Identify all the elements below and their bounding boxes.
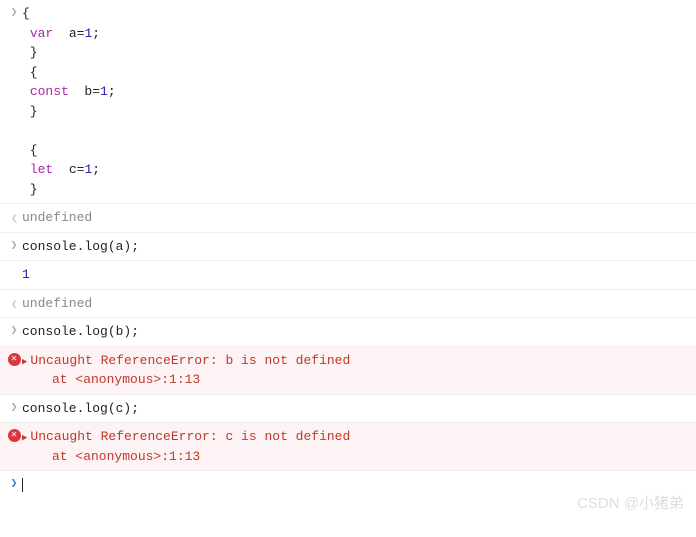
code-block: { var a=1; } { const b=1; } { let c=1; } — [22, 4, 690, 199]
error-message: ▶Uncaught ReferenceError: c is not defin… — [22, 427, 690, 466]
error-icon: ✕ — [6, 351, 22, 366]
console-prompt[interactable]: ❯ — [0, 470, 696, 499]
console-error[interactable]: ✕▶Uncaught ReferenceError: b is not defi… — [0, 346, 696, 394]
input-arrow-icon: ❯ — [6, 4, 22, 22]
log-value: 1 — [22, 265, 690, 285]
console-error[interactable]: ✕▶Uncaught ReferenceError: c is not defi… — [0, 422, 696, 470]
error-icon: ✕ — [6, 427, 22, 442]
undefined-text: undefined — [22, 294, 690, 314]
prompt-input[interactable] — [22, 475, 690, 495]
prompt-arrow-icon: ❯ — [6, 475, 22, 493]
input-text: console.log(c); — [22, 399, 690, 419]
input-text: console.log(a); — [22, 237, 690, 257]
undefined-text: undefined — [22, 208, 690, 228]
console-output-undefined: ❯undefined — [0, 203, 696, 232]
console-input[interactable]: ❯console.log(c); — [0, 394, 696, 423]
disclosure-triangle-icon[interactable]: ▶ — [22, 432, 27, 446]
console-output: ❯{ var a=1; } { const b=1; } { let c=1; … — [0, 0, 696, 499]
console-input[interactable]: ❯console.log(a); — [0, 232, 696, 261]
console-input[interactable]: ❯console.log(b); — [0, 317, 696, 346]
input-arrow-icon: ❯ — [6, 237, 22, 255]
log-gutter — [6, 265, 22, 266]
console-output-undefined: ❯undefined — [0, 289, 696, 318]
disclosure-triangle-icon[interactable]: ▶ — [22, 356, 27, 370]
input-arrow-icon: ❯ — [6, 322, 22, 340]
input-arrow-icon: ❯ — [6, 399, 22, 417]
error-message: ▶Uncaught ReferenceError: b is not defin… — [22, 351, 690, 390]
console-log: 1 — [0, 260, 696, 289]
cursor — [22, 478, 23, 492]
console-input[interactable]: ❯{ var a=1; } { const b=1; } { let c=1; … — [0, 0, 696, 203]
output-arrow-icon: ❯ — [6, 294, 22, 312]
input-text: console.log(b); — [22, 322, 690, 342]
output-arrow-icon: ❯ — [6, 208, 22, 226]
